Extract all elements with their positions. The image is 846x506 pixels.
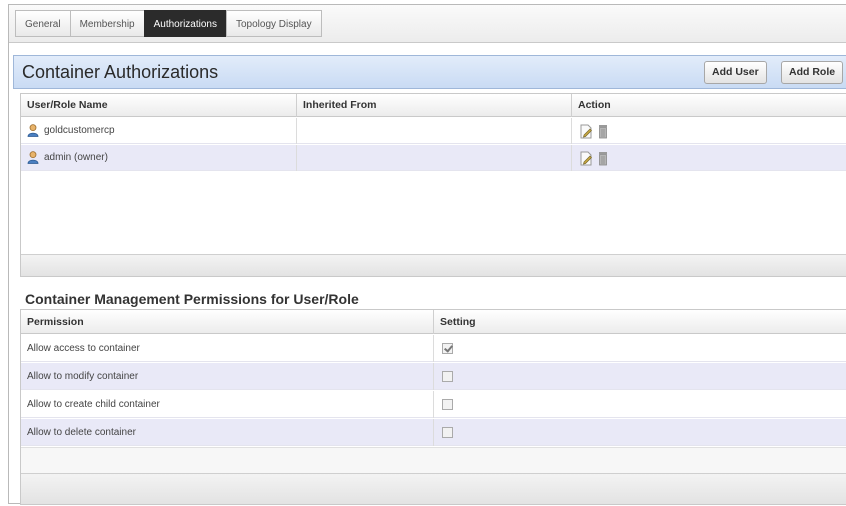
permission-label: Allow access to container [21, 335, 434, 362]
permission-row: Allow to delete container [21, 419, 846, 446]
table-header: User/Role Name Inherited From Action [21, 94, 846, 117]
delete-icon[interactable] [598, 124, 608, 139]
user-name: goldcustomercp [44, 125, 115, 136]
column-header-action[interactable]: Action [572, 94, 846, 117]
container-window: General Membership Authorizations Topolo… [8, 4, 846, 505]
permission-label: Allow to modify container [21, 363, 434, 390]
edit-icon[interactable] [580, 124, 593, 139]
table-footer [21, 254, 846, 276]
permission-row: Allow access to container [21, 335, 846, 362]
inherited-from [297, 145, 572, 171]
permission-row: Allow to modify container [21, 363, 846, 390]
user-icon [27, 124, 39, 137]
column-header-inherited[interactable]: Inherited From [297, 94, 572, 117]
table-spacer [21, 447, 846, 473]
authorizations-table: User/Role Name Inherited From Action gol… [20, 93, 846, 277]
permission-checkbox[interactable] [442, 399, 453, 410]
edit-icon[interactable] [580, 151, 593, 166]
add-role-button[interactable]: Add Role [781, 61, 844, 84]
delete-icon[interactable] [598, 151, 608, 166]
column-header-name[interactable]: User/Role Name [21, 94, 297, 117]
column-header-permission[interactable]: Permission [21, 310, 434, 334]
add-user-button[interactable]: Add User [704, 61, 767, 84]
inherited-from [297, 118, 572, 144]
tab-authorizations[interactable]: Authorizations [143, 10, 226, 37]
table-footer [21, 473, 846, 504]
permission-label: Allow to delete container [21, 419, 434, 446]
permission-row: Allow to create child container [21, 391, 846, 418]
permissions-title: Container Management Permissions for Use… [25, 291, 359, 307]
tab-topology-display[interactable]: Topology Display [225, 10, 322, 37]
user-name: admin (owner) [44, 152, 108, 163]
permission-checkbox[interactable] [442, 343, 453, 354]
panel-header: Container Authorizations Add User Add Ro… [13, 55, 846, 89]
permission-checkbox[interactable] [442, 427, 453, 438]
table-header: Permission Setting [21, 310, 846, 334]
user-icon [27, 151, 39, 164]
permission-label: Allow to create child container [21, 391, 434, 418]
column-header-setting[interactable]: Setting [434, 310, 846, 334]
tab-general[interactable]: General [15, 10, 70, 37]
permission-checkbox[interactable] [442, 371, 453, 382]
permissions-table: Permission Setting Allow access to conta… [20, 309, 846, 505]
page-title: Container Authorizations [22, 62, 219, 82]
table-row[interactable]: admin (owner) [21, 145, 846, 171]
tab-membership[interactable]: Membership [69, 10, 144, 37]
table-row[interactable]: goldcustomercp [21, 118, 846, 144]
tab-bar: General Membership Authorizations Topolo… [9, 5, 846, 43]
